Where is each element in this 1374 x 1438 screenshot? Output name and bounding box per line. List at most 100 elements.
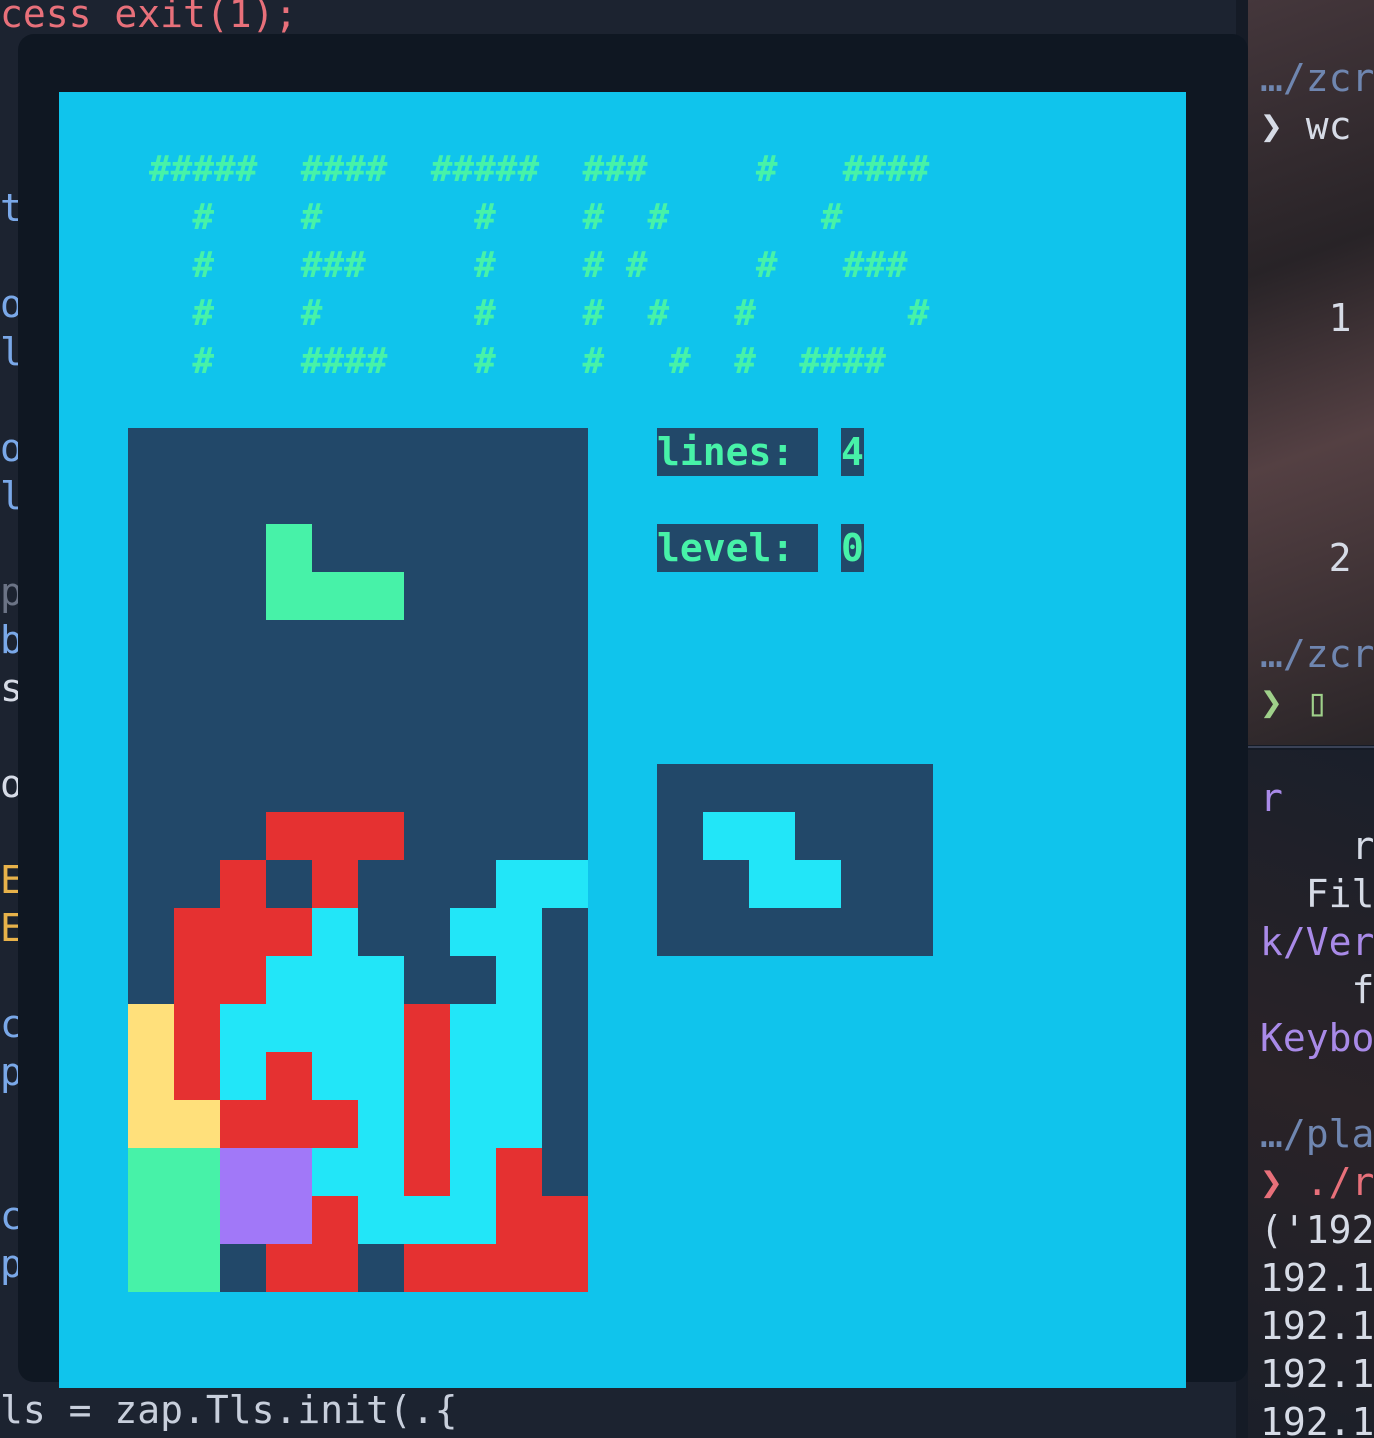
purple-block xyxy=(266,1148,312,1196)
terminal-output-line: ❯ wc xyxy=(1260,104,1352,148)
next-piece-block xyxy=(749,860,795,908)
terminal-output-line: Keybo xyxy=(1260,1016,1374,1060)
cyan-block xyxy=(312,1052,358,1100)
cyan-block xyxy=(358,956,404,1004)
red-block xyxy=(220,860,266,908)
purple-block xyxy=(220,1196,266,1244)
terminal-output-line: 192.1 xyxy=(1260,1304,1374,1348)
cyan-block xyxy=(450,1052,496,1100)
red-block xyxy=(312,860,358,908)
green-block xyxy=(128,1148,174,1196)
red-block xyxy=(542,1196,588,1244)
cyan-block xyxy=(404,1196,450,1244)
terminal-output-line: 192.1 xyxy=(1260,1352,1374,1396)
cyan-block xyxy=(312,1148,358,1196)
purple-block xyxy=(220,1148,266,1196)
terminal-output-line: 1 xyxy=(1260,296,1352,340)
green-block xyxy=(266,572,312,620)
green-block xyxy=(266,524,312,572)
red-block xyxy=(312,1196,358,1244)
cyan-block xyxy=(450,1196,496,1244)
red-block xyxy=(220,1100,266,1148)
red-block xyxy=(174,1004,220,1052)
yellow-block xyxy=(174,1100,220,1148)
red-block xyxy=(450,1244,496,1292)
cyan-block xyxy=(266,956,312,1004)
cyan-block xyxy=(358,1052,404,1100)
terminal-output-line: r xyxy=(1260,776,1283,820)
green-block xyxy=(174,1244,220,1292)
cyan-block xyxy=(358,1004,404,1052)
green-block xyxy=(358,572,404,620)
level-value: 0 xyxy=(841,524,864,572)
red-block xyxy=(266,908,312,956)
terminal-output-line: …/pla xyxy=(1260,1112,1374,1156)
lines-value: 4 xyxy=(841,428,864,476)
yellow-block xyxy=(128,1052,174,1100)
cyan-block xyxy=(542,860,588,908)
red-block xyxy=(312,1100,358,1148)
cyan-block xyxy=(496,860,542,908)
red-block xyxy=(404,1052,450,1100)
cyan-block xyxy=(450,908,496,956)
red-block xyxy=(266,1100,312,1148)
cyan-block xyxy=(496,1004,542,1052)
red-block xyxy=(496,1148,542,1196)
cyan-block xyxy=(450,1100,496,1148)
terminal-output-line: Fil xyxy=(1260,872,1374,916)
cyan-block xyxy=(312,956,358,1004)
next-piece-block xyxy=(703,812,749,860)
terminal-output-line: …/zcr xyxy=(1260,632,1374,676)
floating-terminal-window[interactable]: ##### #### ##### ### # #### # # # # # # … xyxy=(18,34,1248,1388)
game-title-ascii-art: ##### #### ##### ### # #### # # # # # # … xyxy=(149,149,930,382)
red-block xyxy=(174,908,220,956)
red-block xyxy=(404,1100,450,1148)
red-block xyxy=(542,1244,588,1292)
red-block xyxy=(312,1244,358,1292)
red-block xyxy=(266,812,312,860)
tetris-game-screen[interactable]: ##### #### ##### ### # #### # # # # # # … xyxy=(59,92,1186,1388)
red-block xyxy=(174,1052,220,1100)
cyan-block xyxy=(358,1100,404,1148)
red-block xyxy=(220,956,266,1004)
cyan-block xyxy=(496,908,542,956)
cyan-block xyxy=(220,1004,266,1052)
cyan-block xyxy=(358,1196,404,1244)
red-block xyxy=(404,1148,450,1196)
terminal-output-line: ❯ ./r xyxy=(1260,1160,1374,1204)
background-terminal: …/zcr ❯ wc 1 2 …/zcr ❯ ▯ r r Fil k/Ver f Keybo… xyxy=(1236,0,1374,1438)
terminal-output-line: 2 xyxy=(1260,536,1352,580)
terminal-output-line: k/Ver xyxy=(1260,920,1374,964)
tetris-playfield[interactable] xyxy=(128,428,588,1292)
terminal-output-line: f xyxy=(1260,968,1374,1012)
editor-code-line: ls = zap.Tls.init(.{ xyxy=(0,1388,458,1432)
red-block xyxy=(358,812,404,860)
next-piece-block xyxy=(795,860,841,908)
editor-code-line: cess exit(1); xyxy=(0,0,298,36)
red-block xyxy=(174,956,220,1004)
terminal-pane-divider xyxy=(1248,746,1374,748)
red-block xyxy=(404,1244,450,1292)
green-block xyxy=(128,1196,174,1244)
cyan-block xyxy=(266,1004,312,1052)
terminal-output-line: ❯ ▯ xyxy=(1260,680,1329,724)
red-block xyxy=(496,1244,542,1292)
cyan-block xyxy=(450,1148,496,1196)
cyan-block xyxy=(220,1052,266,1100)
red-block xyxy=(266,1052,312,1100)
cyan-block xyxy=(312,908,358,956)
cyan-block xyxy=(496,1100,542,1148)
next-piece-block xyxy=(749,812,795,860)
red-block xyxy=(312,812,358,860)
green-block xyxy=(312,572,358,620)
green-block xyxy=(174,1196,220,1244)
red-block xyxy=(220,908,266,956)
cyan-block xyxy=(312,1004,358,1052)
purple-block xyxy=(266,1196,312,1244)
lines-label: lines: xyxy=(657,428,818,476)
cyan-block xyxy=(496,956,542,1004)
red-block xyxy=(266,1244,312,1292)
red-block xyxy=(496,1196,542,1244)
terminal-output-line: ('192 xyxy=(1260,1208,1374,1252)
cyan-block xyxy=(496,1052,542,1100)
